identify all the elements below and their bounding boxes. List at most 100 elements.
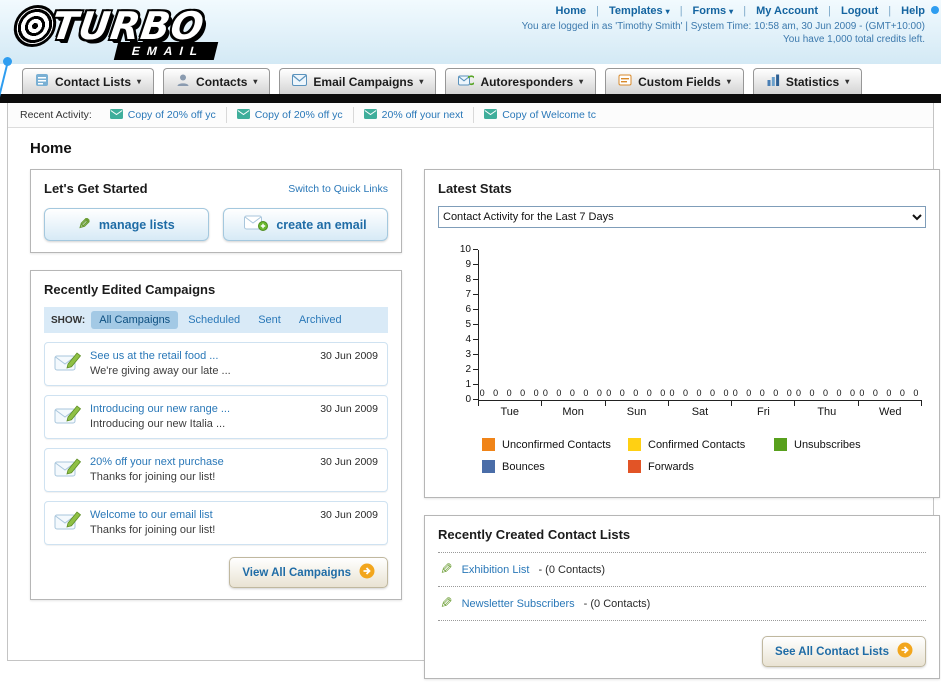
create-email-button[interactable]: create an email — [223, 208, 388, 241]
campaign-subtitle: We're giving away our late ... — [90, 365, 231, 377]
get-started-panel: Let's Get Started Switch to Quick Links … — [30, 169, 402, 253]
recent-campaigns-panel: Recently Edited Campaigns SHOW: All Camp… — [30, 270, 402, 600]
chart-category-label: Thu — [817, 406, 837, 418]
recent-activity-item[interactable]: 20% off your next — [354, 107, 475, 123]
chevron-down-icon — [579, 77, 583, 86]
show-label: SHOW: — [51, 314, 86, 326]
campaign-envelope-pencil-icon — [54, 510, 82, 537]
envelope-icon — [484, 108, 498, 122]
chart-y-axis: 10 9 8 7 6 5 4 3 2 1 0 — [452, 244, 478, 405]
legend-label: Confirmed Contacts — [648, 438, 746, 451]
pencil-icon — [440, 596, 453, 611]
y-axis-tick-label: 7 — [465, 289, 478, 300]
chart-bar-group: 0 0 0 0 0 — [542, 250, 606, 406]
chart-bar-group: 0 0 0 0 0 — [795, 250, 859, 406]
top-link-help[interactable]: Help — [881, 5, 925, 17]
stats-period-select[interactable]: Contact Activity for the Last 7 Days — [438, 206, 926, 228]
arrow-right-icon — [359, 563, 375, 582]
campaign-date: 30 Jun 2009 — [320, 350, 378, 362]
recent-campaigns-title: Recently Edited Campaigns — [44, 282, 216, 297]
corner-dot — [931, 6, 939, 14]
chart-value-labels: 0 0 0 0 0 — [606, 388, 669, 398]
manage-lists-button[interactable]: manage lists — [44, 208, 209, 241]
filter-tab-all-campaigns[interactable]: All Campaigns — [91, 311, 179, 329]
page-title: Home — [30, 140, 72, 157]
top-link-home[interactable]: Home — [556, 5, 587, 17]
chevron-down-icon — [137, 77, 141, 86]
nav-tab-custom-fields[interactable]: Custom Fields — [605, 68, 744, 94]
y-axis-tick-label: 4 — [465, 334, 478, 345]
contact-lists-icon — [35, 73, 49, 90]
y-axis-tick-label: 6 — [465, 304, 478, 315]
credits-info: You have 1,000 total credits left. — [783, 34, 925, 45]
campaign-row: Introducing our new range ... Introducin… — [44, 395, 388, 439]
chart-bar-group: 0 0 0 0 0 — [479, 250, 543, 406]
filter-tab-sent[interactable]: Sent — [250, 311, 289, 329]
campaign-row: 20% off your next purchase Thanks for jo… — [44, 448, 388, 492]
custom-fields-icon — [618, 73, 632, 90]
top-link-my-account[interactable]: My Account — [736, 5, 818, 17]
y-axis-tick-label: 5 — [465, 319, 478, 330]
latest-stats-panel: Latest Stats Contact Activity for the La… — [424, 169, 940, 498]
content-frame: Recent Activity: Copy of 20% off yc Copy… — [7, 103, 940, 679]
top-link-forms[interactable]: Forms — [673, 5, 734, 17]
contact-list-link[interactable]: Exhibition List — [462, 564, 530, 576]
recent-activity-item[interactable]: Copy of 20% off yc — [227, 107, 354, 123]
campaign-title-link[interactable]: 20% off your next purchase — [90, 456, 312, 468]
nav-tab-label: Email Campaigns — [313, 74, 414, 89]
campaign-row: Welcome to our email list Thanks for joi… — [44, 501, 388, 545]
campaign-envelope-pencil-icon — [54, 351, 82, 378]
main-nav: Contact Lists Contacts Email Campaigns A… — [0, 64, 941, 94]
nav-tab-contact-lists[interactable]: Contact Lists — [22, 68, 155, 94]
chart-plot: 0 0 0 0 00 0 0 0 00 0 0 0 00 0 0 0 00 0 … — [478, 250, 923, 406]
y-axis-tick-label: 2 — [465, 364, 478, 375]
legend-label: Unsubscribes — [794, 438, 861, 451]
legend-swatch — [482, 460, 495, 473]
nav-tab-autoresponders[interactable]: Autoresponders — [445, 68, 597, 94]
top-link-logout[interactable]: Logout — [821, 5, 878, 17]
header-right: Home Templates Forms My Account Logout H… — [522, 5, 925, 45]
filter-tab-archived[interactable]: Archived — [291, 311, 350, 329]
chart-value-labels: 0 0 0 0 0 — [796, 388, 859, 398]
legend-swatch — [628, 460, 641, 473]
get-started-title: Let's Get Started — [44, 181, 148, 196]
logo-word-email: EMAIL — [113, 42, 219, 60]
campaign-subtitle: Introducing our new Italia ... — [90, 418, 226, 430]
campaign-subtitle: Thanks for joining our list! — [90, 471, 216, 483]
chevron-down-icon — [666, 7, 670, 16]
campaign-date: 30 Jun 2009 — [320, 403, 378, 415]
campaign-title-link[interactable]: See us at the retail food ... — [90, 350, 312, 362]
switch-quick-links-link[interactable]: Switch to Quick Links — [288, 183, 388, 195]
chart-bar-group: 0 0 0 0 0 — [859, 250, 923, 406]
y-axis-tick-label: 8 — [465, 274, 478, 285]
contact-list-count: - (0 Contacts) — [538, 563, 606, 576]
contact-list-link[interactable]: Newsletter Subscribers — [462, 598, 575, 610]
top-link-templates[interactable]: Templates — [589, 5, 669, 17]
nav-tab-statistics[interactable]: Statistics — [752, 68, 863, 94]
chart-category-label: Sun — [626, 406, 647, 418]
chevron-down-icon — [729, 7, 733, 16]
stats-chart: 10 9 8 7 6 5 4 3 2 1 0 0 0 0 0 00 0 0 0 00 0 0 0 0… — [452, 244, 923, 482]
legend-label: Forwards — [648, 460, 694, 473]
campaign-date: 30 Jun 2009 — [320, 456, 378, 468]
nav-tab-email-campaigns[interactable]: Email Campaigns — [279, 68, 437, 94]
see-all-contact-lists-button[interactable]: See All Contact Lists — [762, 636, 926, 667]
campaign-title-link[interactable]: Welcome to our email list — [90, 509, 312, 521]
campaign-title-link[interactable]: Introducing our new range ... — [90, 403, 312, 415]
chart-category-label: Fri — [756, 406, 770, 418]
legend-swatch — [482, 438, 495, 451]
nav-tab-label: Contacts — [196, 74, 248, 89]
nav-tab-label: Autoresponders — [480, 74, 574, 89]
nav-tab-contacts[interactable]: Contacts — [163, 68, 271, 94]
filter-tab-scheduled[interactable]: Scheduled — [180, 311, 248, 329]
recent-activity-item[interactable]: Copy of Welcome tc — [474, 107, 606, 123]
chevron-down-icon — [253, 77, 257, 86]
chart-value-labels: 0 0 0 0 0 — [542, 388, 605, 398]
legend-label: Unconfirmed Contacts — [502, 438, 611, 451]
statistics-icon — [766, 73, 780, 90]
y-axis-tick-label: 0 — [465, 394, 478, 405]
recent-activity-label: Recent Activity: — [20, 109, 92, 121]
recent-activity-item[interactable]: Copy of 20% off yc — [100, 107, 227, 123]
view-all-campaigns-button[interactable]: View All Campaigns — [229, 557, 388, 588]
contact-lists-list: Exhibition List - (0 Contacts) Newslette… — [438, 552, 926, 621]
